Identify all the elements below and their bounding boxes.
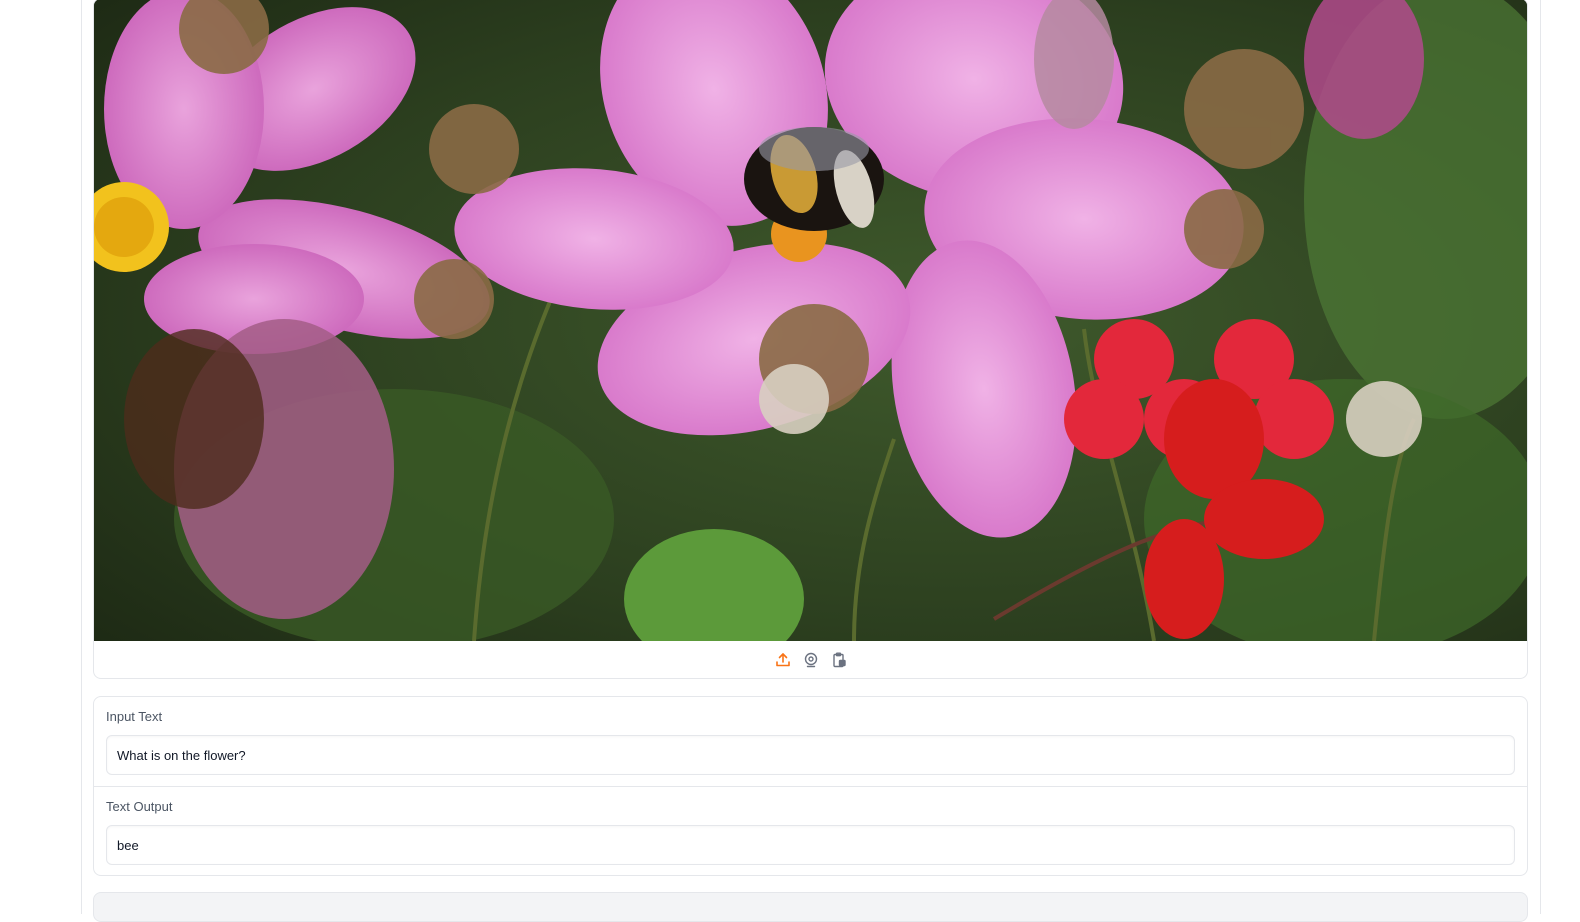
input-text-box[interactable] — [106, 735, 1515, 775]
clipboard-paste-icon — [832, 652, 846, 667]
webcam-icon — [804, 652, 817, 667]
input-text-field: Input Text — [94, 697, 1527, 787]
text-output-value: bee — [117, 837, 139, 853]
image-toolbar — [94, 641, 1527, 678]
webcam-button[interactable] — [802, 651, 820, 669]
input-text-input[interactable] — [117, 747, 1504, 763]
upload-icon — [775, 652, 790, 666]
text-form-block: Input Text Text Output bee — [93, 696, 1528, 876]
clipboard-button[interactable] — [830, 651, 848, 669]
image-input-block — [93, 0, 1528, 679]
input-text-label: Input Text — [106, 709, 163, 724]
next-block-edge — [93, 892, 1528, 922]
text-output-label: Text Output — [106, 799, 173, 814]
upload-button[interactable] — [774, 651, 792, 669]
text-output-box[interactable]: bee — [106, 825, 1515, 865]
image-preview — [94, 0, 1527, 641]
text-output-field: Text Output bee — [94, 787, 1527, 875]
flower-photo — [94, 0, 1527, 641]
